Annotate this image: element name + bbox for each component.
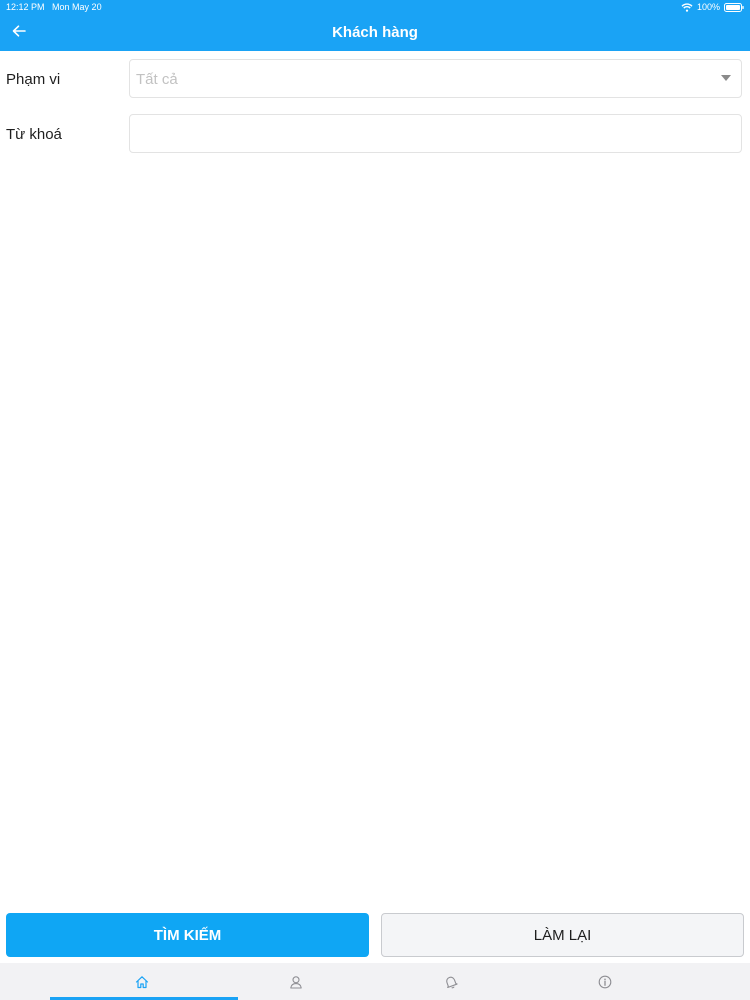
- top-bar: 12:12 PM Mon May 20 100% Khách hàng: [0, 0, 750, 51]
- tab-bar: [0, 963, 750, 1000]
- bell-icon: [444, 975, 458, 989]
- caret-down-icon: [721, 75, 731, 81]
- tab-info[interactable]: [511, 963, 698, 1000]
- user-icon: [289, 975, 303, 989]
- battery-percent: 100%: [696, 2, 720, 12]
- keyword-input[interactable]: [130, 115, 741, 152]
- keyword-label: Từ khoá: [6, 126, 62, 143]
- screen: 12:12 PM Mon May 20 100% Khách hàng Phạm…: [0, 0, 750, 1000]
- status-time-date: 12:12 PM Mon May 20: [6, 2, 102, 12]
- info-icon: [598, 975, 612, 989]
- status-time: 12:12 PM: [6, 2, 45, 12]
- status-right: 100%: [681, 2, 744, 12]
- scope-selected-value: Tất cả: [136, 71, 178, 88]
- status-date: Mon May 20: [52, 2, 102, 12]
- battery-icon: [724, 2, 744, 12]
- keyword-field-box: [129, 114, 742, 153]
- reset-button[interactable]: LÀM LẠI: [381, 913, 744, 957]
- scope-select[interactable]: Tất cả: [129, 59, 742, 98]
- navigation-bar: Khách hàng: [0, 15, 750, 51]
- page-title: Khách hàng: [332, 24, 418, 41]
- wifi-icon: [681, 2, 693, 12]
- scope-label: Phạm vi: [6, 71, 61, 88]
- search-button[interactable]: TÌM KIẾM: [6, 913, 369, 957]
- status-bar: 12:12 PM Mon May 20 100%: [0, 0, 750, 15]
- keyword-row: Từ khoá: [0, 114, 750, 156]
- scope-row: Phạm vi Tất cả: [0, 59, 750, 101]
- home-icon: [135, 975, 149, 989]
